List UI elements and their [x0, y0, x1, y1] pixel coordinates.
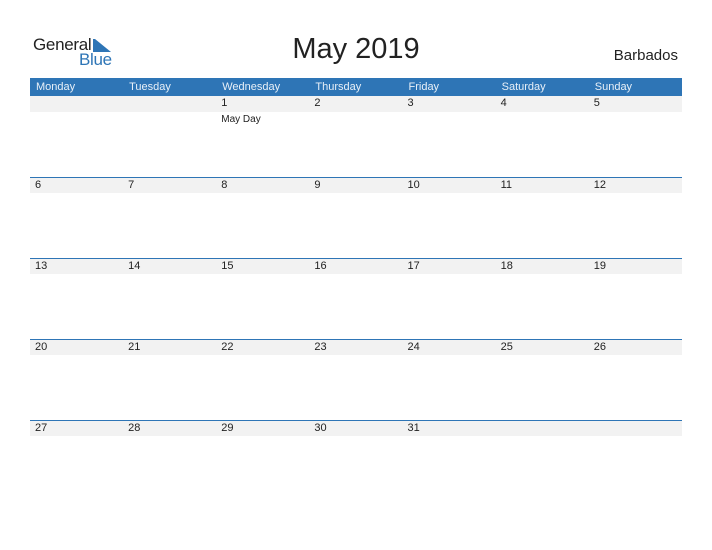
day-number: 24: [407, 341, 420, 353]
day-event: [589, 436, 682, 437]
weekday-monday: Monday: [36, 81, 76, 93]
day-number: 30: [314, 422, 327, 434]
event-row: [30, 193, 682, 194]
day-number: 29: [221, 422, 234, 434]
day-number: 13: [35, 260, 48, 272]
day-event: [496, 274, 589, 275]
event-row: [30, 436, 682, 437]
day-number: 9: [314, 179, 321, 191]
day-event: [123, 112, 216, 127]
day-number: 12: [593, 179, 606, 191]
day-number: 1: [221, 97, 228, 109]
day-event: [496, 193, 589, 194]
day-event: [309, 193, 402, 194]
date-row: 1 2 3 4 5: [30, 96, 682, 112]
day-number: 17: [407, 260, 420, 272]
day-event: [309, 355, 402, 356]
day-number: [496, 421, 589, 436]
day-event: [589, 193, 682, 194]
day-number: 4: [500, 97, 507, 109]
day-event: [496, 436, 589, 437]
day-event: [30, 193, 123, 194]
weekday-friday: Friday: [408, 81, 440, 93]
day-event: [589, 274, 682, 275]
week-row: 13 14 15 16 17 18 19: [30, 258, 682, 339]
day-number: 23: [314, 341, 327, 353]
date-row: 6 7 8 9 10 11 12: [30, 178, 682, 193]
day-number: 19: [593, 260, 606, 272]
day-event: [403, 274, 496, 275]
weekday-sunday: Sunday: [594, 81, 633, 93]
day-number: 15: [221, 260, 234, 272]
day-event: [123, 355, 216, 356]
day-event: [589, 112, 682, 127]
day-event: [589, 355, 682, 356]
day-event: [403, 436, 496, 437]
day-number: 31: [407, 422, 420, 434]
day-event: [30, 274, 123, 275]
day-number: 2: [314, 97, 321, 109]
day-event: [216, 436, 309, 437]
day-number: [30, 96, 123, 112]
day-event: [403, 193, 496, 194]
day-event: [30, 355, 123, 356]
day-number: 7: [128, 179, 135, 191]
day-number: 28: [128, 422, 141, 434]
day-number: 26: [593, 341, 606, 353]
day-number: 18: [500, 260, 513, 272]
day-number: 25: [500, 341, 513, 353]
weekday-saturday: Saturday: [501, 81, 546, 93]
day-number: 3: [407, 97, 414, 109]
day-event: [123, 436, 216, 437]
weekday-header: Monday Tuesday Wednesday Thursday Friday…: [30, 78, 682, 96]
day-event: [496, 112, 589, 127]
day-number: 8: [221, 179, 228, 191]
day-event: [309, 274, 402, 275]
day-event: [123, 274, 216, 275]
day-event: May Day: [221, 114, 261, 125]
page-title: May 2019: [292, 33, 420, 65]
day-number: 22: [221, 341, 234, 353]
day-number: [123, 96, 216, 112]
week-row: 1 2 3 4 5 May Day: [30, 96, 682, 177]
week-row: 27 28 29 30 31: [30, 420, 682, 501]
date-row: 13 14 15 16 17 18 19: [30, 259, 682, 274]
date-row: 27 28 29 30 31: [30, 421, 682, 436]
weekday-tuesday: Tuesday: [129, 81, 171, 93]
day-event: [403, 355, 496, 356]
event-row: [30, 355, 682, 356]
day-event: [30, 436, 123, 437]
event-row: [30, 274, 682, 275]
day-number: 16: [314, 260, 327, 272]
day-event: [309, 436, 402, 437]
weekday-wednesday: Wednesday: [222, 81, 281, 93]
day-number: 20: [35, 341, 48, 353]
day-event: [496, 355, 589, 356]
day-event: [123, 193, 216, 194]
day-event: [403, 112, 496, 127]
weekday-thursday: Thursday: [315, 81, 362, 93]
day-number: 10: [407, 179, 420, 191]
country-label: Barbados: [613, 47, 678, 64]
day-number: 5: [593, 97, 600, 109]
day-number: 6: [35, 179, 42, 191]
week-row: 20 21 22 23 24 25 26: [30, 339, 682, 420]
day-event: [216, 193, 309, 194]
day-number: 21: [128, 341, 141, 353]
day-number: 27: [35, 422, 48, 434]
day-event: [30, 112, 123, 127]
day-number: 11: [500, 179, 513, 191]
day-event: [216, 274, 309, 275]
day-event: [309, 112, 402, 127]
date-row: 20 21 22 23 24 25 26: [30, 340, 682, 355]
day-number: 14: [128, 260, 141, 272]
week-row: 6 7 8 9 10 11 12: [30, 177, 682, 258]
day-event: [216, 355, 309, 356]
event-row: May Day: [30, 112, 682, 127]
day-number: [589, 421, 682, 436]
